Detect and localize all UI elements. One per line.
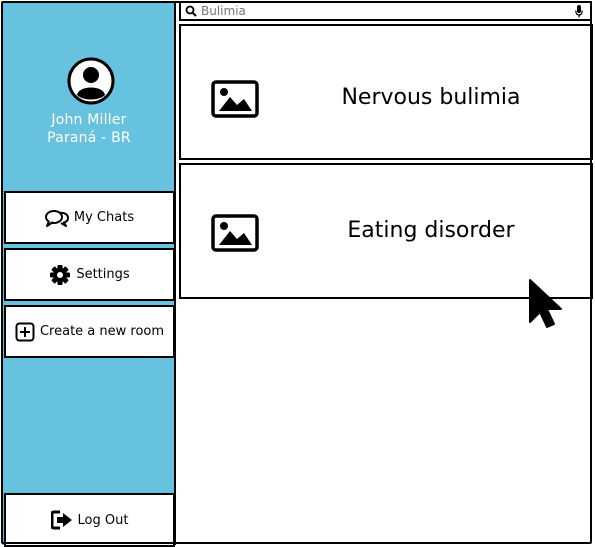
window-frame	[1, 1, 592, 544]
